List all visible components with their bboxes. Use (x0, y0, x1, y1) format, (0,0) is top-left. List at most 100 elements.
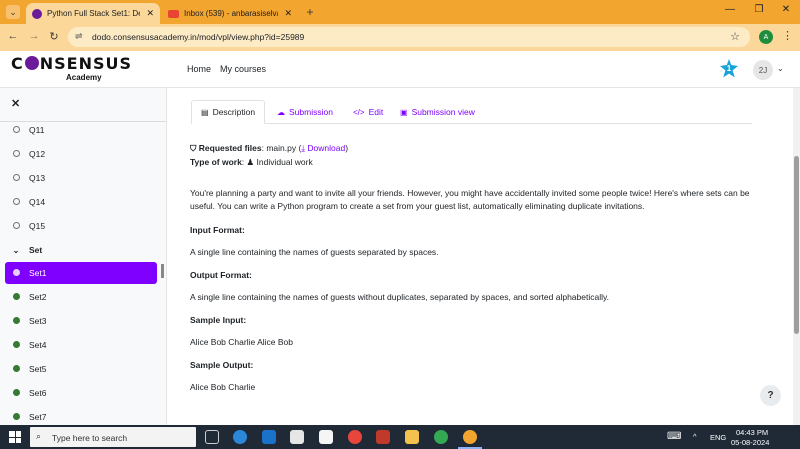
notification-count: 1 (726, 64, 732, 73)
windows-start-icon[interactable] (9, 431, 21, 443)
requested-files-label: Requested files (198, 143, 262, 153)
sidebar-item-set5[interactable]: Set5 (5, 358, 157, 380)
chevron-down-icon[interactable]: ⌄ (777, 64, 784, 73)
chevron-down-icon[interactable]: ⌄ (11, 246, 21, 255)
help-button[interactable]: ? (760, 385, 781, 406)
output-format-text: A single line containing the names of gu… (190, 292, 609, 302)
download-label: Download (307, 143, 346, 153)
sidebar-item-q15[interactable]: Q15 (5, 215, 157, 237)
sidebar-item-label: Set5 (29, 364, 47, 374)
file-explorer-icon[interactable] (405, 430, 419, 444)
tab-close-icon[interactable]: ✕ (146, 8, 154, 19)
logo-o-icon (24, 56, 39, 70)
sidebar-item-q14[interactable]: Q14 (5, 191, 157, 213)
taskbar-search-box[interactable]: ⌕ Type here to search (30, 427, 196, 447)
cloud-upload-icon: ☁ (277, 107, 285, 117)
type-of-work: Type of work: ♟ Individual work (190, 157, 313, 168)
clock-time[interactable]: 04:43 PM (736, 428, 768, 437)
page-scrollbar[interactable] (793, 88, 800, 425)
input-format-text: A single line containing the names of gu… (190, 247, 439, 257)
language-indicator[interactable]: ENG (710, 433, 726, 442)
completed-dot-icon (12, 340, 20, 348)
profile-avatar[interactable]: A (759, 30, 773, 44)
tab-label: Edit (368, 107, 384, 117)
sidebar-section-label: Set (29, 245, 43, 255)
tab-submission[interactable]: ☁ Submission (268, 100, 342, 124)
site-settings-icon[interactable]: ⇌ (75, 31, 83, 42)
tab-edit[interactable]: </> Edit (344, 100, 392, 124)
sidebar-item-set3[interactable]: Set3 (5, 310, 157, 332)
chrome-icon[interactable] (348, 430, 362, 444)
main-content: ▤ Description ☁ Submission </> Edit ▣ Submis… (167, 88, 793, 425)
sidebar-item-set2[interactable]: Set2 (5, 286, 157, 308)
window-close-button[interactable]: ✕ (778, 4, 794, 15)
sidebar-section-set[interactable]: ⌄ Set (5, 239, 157, 261)
site-logo[interactable]: C NSENSUS (11, 54, 132, 73)
clock-date[interactable]: 05-08-2024 (731, 438, 769, 447)
type-of-work-value: Individual work (254, 157, 313, 167)
mail-icon[interactable] (262, 430, 276, 444)
tab-submission-view[interactable]: ▣ Submission view (391, 100, 484, 124)
minimize-button[interactable]: — (722, 4, 738, 15)
browser-tab-strip: ⌄ Python Full Stack Set1: Descripti ✕ In… (0, 0, 800, 24)
course-index-drawer: ✕ Q11 Q12 Q13 Q14 Q15 ⌄ Set Set1 Set2 Set… (0, 88, 167, 425)
nav-home-link[interactable]: Home (187, 64, 211, 74)
chrome-active-icon[interactable] (463, 430, 477, 444)
sidebar-item-label: Q13 (29, 173, 46, 183)
browser-toolbar: ← → ↻ ⇌ dodo.consensusacademy.in/mod/vpl… (0, 24, 800, 51)
sidebar-item-set4[interactable]: Set4 (5, 334, 157, 356)
app-icon[interactable] (376, 430, 390, 444)
type-of-work-label: Type of work (190, 157, 242, 167)
nav-my-courses-link[interactable]: My courses (220, 64, 266, 74)
sidebar-item-label: Set3 (29, 316, 47, 326)
completed-dot-icon (12, 292, 20, 300)
reload-button[interactable]: ↻ (47, 30, 61, 43)
sidebar-item-set6[interactable]: Set6 (5, 382, 157, 404)
tab-title: Inbox (539) - anbarasiselvaraj2 (184, 9, 278, 18)
tab-search-button[interactable]: ⌄ (6, 5, 20, 19)
keyboard-icon[interactable]: ⌨ (667, 431, 681, 442)
logo-subtitle: Academy (66, 73, 102, 82)
user-avatar[interactable]: 2J (753, 60, 773, 80)
browser-tab-active[interactable]: Python Full Stack Set1: Descripti ✕ (26, 3, 160, 24)
sidebar-item-label: Q15 (29, 221, 46, 231)
inbox-icon: ▣ (400, 107, 408, 117)
tab-title: Python Full Stack Set1: Descripti (47, 9, 141, 18)
shield-icon: ⛉ (190, 143, 197, 153)
tab-label: Submission view (411, 107, 475, 117)
tab-description[interactable]: ▤ Description (191, 100, 266, 124)
tab-label: Description (212, 107, 256, 117)
document-icon[interactable] (319, 430, 333, 444)
store-icon[interactable] (290, 430, 304, 444)
sidebar-item-q11[interactable]: Q11 (5, 119, 157, 141)
tab-close-icon[interactable]: ✕ (284, 8, 292, 19)
task-view-icon[interactable] (205, 430, 219, 444)
download-link[interactable]: ⤓ Download (301, 143, 345, 153)
back-button[interactable]: ← (6, 30, 20, 42)
notification-button[interactable]: 1 (719, 59, 741, 79)
sidebar-item-q13[interactable]: Q13 (5, 167, 157, 189)
chrome-profile-icon[interactable] (434, 430, 448, 444)
incomplete-circle-icon (12, 173, 20, 181)
sidebar-scrollbar[interactable] (161, 264, 164, 278)
sidebar-item-q12[interactable]: Q12 (5, 143, 157, 165)
sidebar-item-set1[interactable]: Set1 (5, 262, 157, 284)
forward-button[interactable]: → (27, 30, 41, 42)
browser-menu-icon[interactable]: ⋮ (782, 29, 793, 42)
address-bar[interactable]: ⇌ dodo.consensusacademy.in/mod/vpl/view.… (68, 27, 750, 47)
tab-label: Submission (289, 107, 333, 117)
edge-icon[interactable] (233, 430, 247, 444)
input-format-heading: Input Format: (190, 225, 245, 235)
close-drawer-button[interactable]: ✕ (11, 97, 20, 110)
restore-button[interactable]: ❐ (751, 4, 767, 15)
output-format-heading: Output Format: (190, 270, 252, 280)
tray-expand-icon[interactable]: ^ (693, 432, 697, 441)
scrollbar-thumb[interactable] (794, 156, 799, 334)
bookmark-star-icon[interactable]: ☆ (730, 30, 740, 43)
sidebar-item-set7[interactable]: Set7 (5, 406, 157, 425)
site-header: C NSENSUS Academy Home My courses 1 2J ⌄ (0, 51, 800, 88)
sample-input-heading: Sample Input: (190, 315, 247, 325)
new-tab-button[interactable]: + (303, 5, 317, 19)
browser-tab-inbox[interactable]: Inbox (539) - anbarasiselvaraj2 ✕ (162, 3, 298, 24)
code-icon: </> (353, 107, 365, 117)
